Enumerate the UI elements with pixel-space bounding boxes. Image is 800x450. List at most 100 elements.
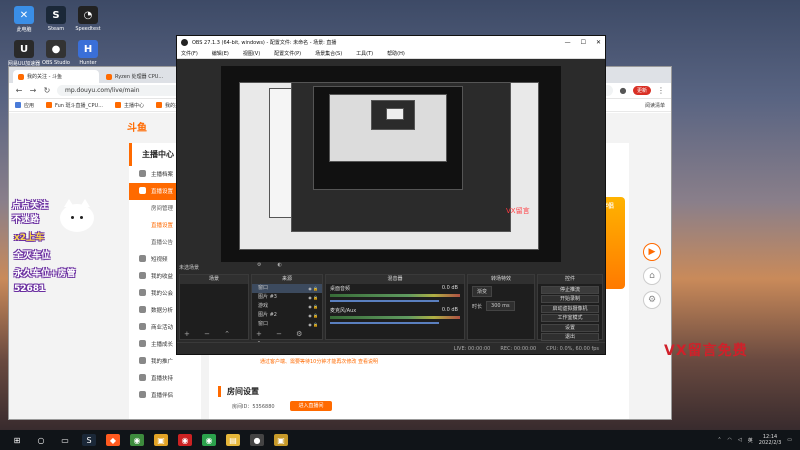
sidebar-item[interactable]: 我的推广 [129,353,201,370]
chevron-up-icon[interactable]: ⌃ [717,437,721,443]
play-icon[interactable]: ▶ [643,243,661,261]
sidebar-item[interactable]: 直播伴侣 [129,387,201,404]
obs-menu-item[interactable]: 配置文件(P) [274,50,301,57]
browser-tab[interactable]: Ryzen 处理器 CPU... [101,70,187,83]
settings-icon[interactable]: ⚙ [643,291,661,309]
app-icon: ● [46,40,66,58]
desktop-icon[interactable]: ● OBS Studio [38,40,74,66]
home-icon[interactable]: ⌂ [643,267,661,285]
browser-tab[interactable]: 我的关注 - 斗鱼 [13,70,99,83]
app2-icon[interactable]: ▣ [274,434,288,446]
obs-menu-item[interactable]: 帮助(H) [387,50,405,57]
obs-control-button[interactable]: 启动虚拟摄像机 [541,304,599,313]
sidebar-item[interactable]: 直播扶持 [129,370,201,387]
eye-lock-icon[interactable]: ◉ 🔒 [308,302,322,311]
back-icon[interactable]: ← [15,86,23,95]
source-item[interactable]: 窗口 ◉ 🔒 [252,284,322,293]
favicon-icon [106,73,112,80]
forward-icon[interactable]: → [29,86,37,95]
sources-dock-toolbar[interactable]: + − ⚙ ⌃ ⌄ [252,329,322,348]
menu-icon[interactable]: ⋮ [657,86,665,95]
eye-lock-icon[interactable]: ◉ 🔒 [308,320,322,329]
desktop-icon-label: 此电脑 [16,27,32,33]
sidebar-item-label: 直播伴侣 [151,393,174,399]
app-icon: S [46,6,66,24]
bookmark-item[interactable]: 应用 [15,102,34,109]
preview-controls: ⚙ ◐ [257,262,282,268]
obs-control-button[interactable]: 设置 [541,323,599,332]
controls-dock: 控件 停止推流 开始录制 启动虚拟摄像机 工作室模式 设置 退出 [537,274,603,341]
update-button[interactable]: 更新 [632,86,651,95]
volume-slider[interactable] [330,322,440,324]
enter-room-button[interactable]: 进入直播间 [290,401,332,411]
controls-dock-title: 控件 [538,275,602,284]
obs-control-button[interactable]: 工作室模式 [541,314,599,322]
app-icon[interactable]: ◉ [130,434,144,446]
bookmark-item[interactable]: Fun 斑斗直播_CPU... [46,102,103,109]
network-icon[interactable]: ◠ [728,437,732,443]
files-icon[interactable]: ▤ [226,434,240,446]
gear-icon[interactable]: ⚙ [257,262,261,268]
bookmark-icon [156,102,162,108]
volume-icon[interactable]: ◁ [738,437,742,443]
desktop-icon[interactable]: ✕ 此电脑 [6,6,42,33]
transition-select[interactable]: 渐变 [472,286,493,297]
sidebar-item-icon [139,187,146,194]
clock[interactable]: 12:14 2022/2/3 [759,434,781,446]
volume-slider[interactable] [330,300,440,302]
reload-icon[interactable]: ↻ [43,86,51,95]
scenes-dock-toolbar[interactable]: + − ⌃ ⌄ [180,329,248,348]
obs-menu-item[interactable]: 视图(V) [243,50,260,57]
mixer-channel-label: 麦克风/Aux [330,308,357,314]
obs-menu-item[interactable]: 场景集合(S) [315,50,342,57]
obs-menu-item[interactable]: 文件(F) [181,50,198,57]
steam-icon[interactable]: S [82,434,96,446]
obs-status-item: CPU: 0.0%, 60.00 fps [546,346,599,352]
obs-menu-item[interactable]: 编辑(E) [212,50,229,57]
chrome-icon[interactable]: ◉ [202,434,216,446]
reading-list[interactable]: 阅读清单 [645,102,665,109]
filter-icon[interactable]: ◐ [277,262,281,268]
notice-text: 通过客户端、需要等待10分钟才能再次修改 查看说明 [260,359,378,365]
desktop-icon[interactable]: ◔ Speedtest [70,6,106,32]
obs-statusbar: LIVE: 00:00:00 REC: 00:00:00 CPU: 0.0%, 60… [177,342,605,354]
eye-lock-icon[interactable]: ◉ 🔒 [308,311,322,320]
ime-indicator[interactable]: 英 [748,437,753,444]
minimize-icon[interactable]: — [565,39,571,46]
overlay-line: 不迷路 [12,215,40,225]
notification-icon[interactable]: ▭ [787,437,792,443]
desktop-icon[interactable]: U 网易UU加速器 [6,40,42,67]
obs-control-button[interactable]: 退出 [541,333,599,341]
obs-icon[interactable]: ● [250,434,264,446]
mixer-channel: 麦克风/Aux 0.0 dB [326,306,464,328]
bookmark-icon [46,102,53,108]
desktop-icon[interactable]: S Steam [38,6,74,32]
obs-control-button[interactable]: 开始录制 [541,295,599,303]
game-icon[interactable]: ◆ [106,434,120,446]
start-icon[interactable]: ⊞ [10,434,24,446]
sidebar-item-icon [139,306,146,313]
bookmark-item[interactable]: 主播中心 [114,102,144,109]
profile-icon[interactable]: ● [619,86,627,95]
duration-input[interactable]: 300 ms [486,301,515,311]
tab-label: Ryzen 处理器 CPU... [115,74,164,80]
source-item[interactable]: 游戏 ◉ 🔒 [252,302,322,311]
desktop-icon[interactable]: H Hunter [70,40,106,66]
source-item[interactable]: 图片 #3 ◉ 🔒 [252,293,322,302]
obs-preview[interactable] [221,66,561,262]
close-icon[interactable]: ✕ [596,39,601,46]
maximize-icon[interactable]: ☐ [581,39,586,46]
eye-lock-icon[interactable]: ◉ 🔒 [308,293,322,302]
obs-menu-item[interactable]: 工具(T) [356,50,373,57]
search-icon[interactable]: ○ [34,434,48,446]
volume-meter [330,316,460,319]
store-icon[interactable]: ▣ [154,434,168,446]
bookmark-icon [114,102,121,108]
douyu-logo[interactable]: 斗鱼 [127,119,147,134]
source-item[interactable]: 图片 #2 ◉ 🔒 [252,311,322,320]
obs-control-button[interactable]: 停止推流 [541,285,599,294]
netease-icon[interactable]: ◉ [178,434,192,446]
eye-lock-icon[interactable]: ◉ 🔒 [308,284,322,293]
taskview-icon[interactable]: ▭ [58,434,72,446]
source-item[interactable]: 窗口 ◉ 🔒 [252,320,322,329]
